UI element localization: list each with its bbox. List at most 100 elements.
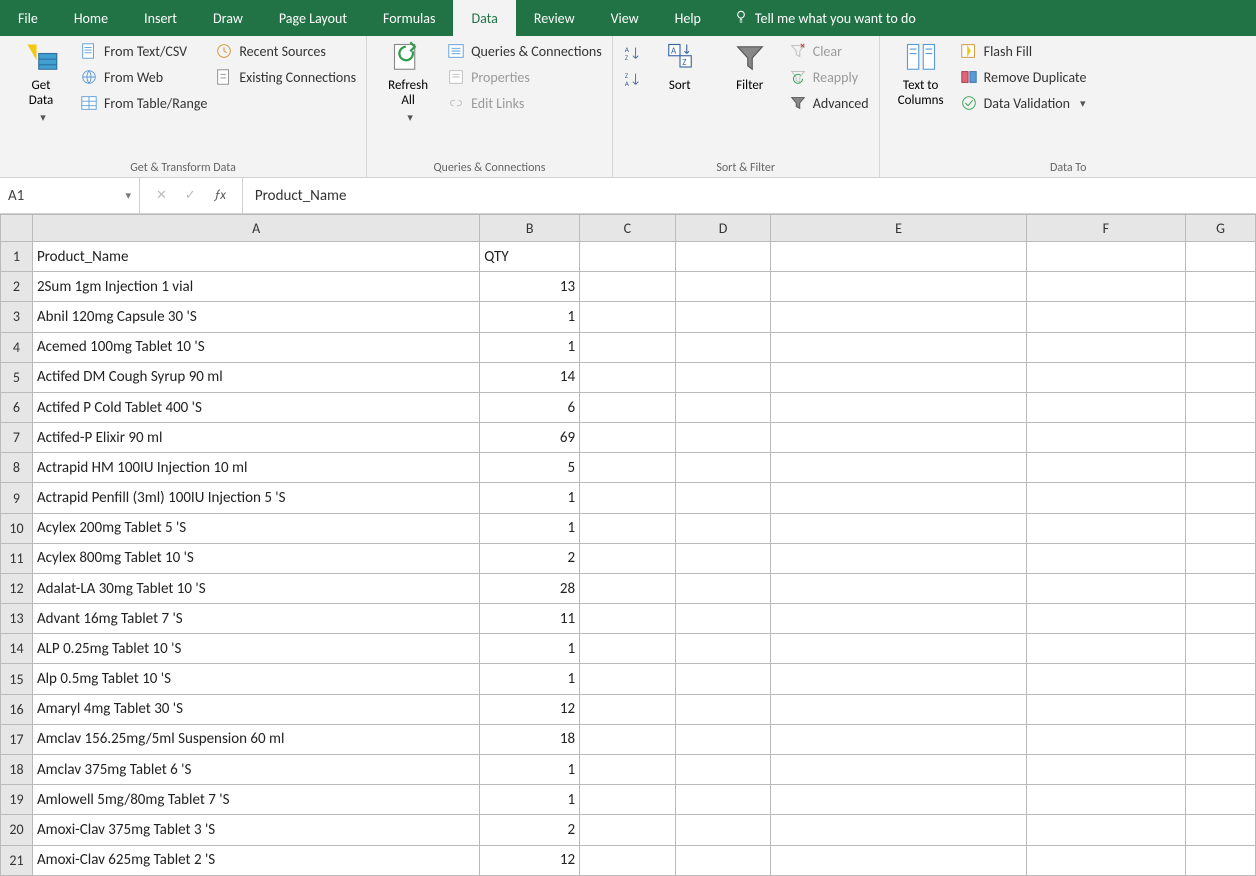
col-header-B[interactable]: B: [480, 215, 580, 242]
cell-E9[interactable]: [771, 483, 1026, 513]
cell-D10[interactable]: [675, 513, 771, 543]
refresh-all-button[interactable]: Refresh All: [377, 40, 439, 125]
cell-E20[interactable]: [771, 815, 1026, 845]
cell-A6[interactable]: Actifed P Cold Tablet 400 'S: [32, 392, 479, 422]
row-header-12[interactable]: 12: [1, 573, 33, 603]
cell-D5[interactable]: [675, 362, 771, 392]
cell-G14[interactable]: [1186, 634, 1256, 664]
cell-F21[interactable]: [1026, 845, 1185, 876]
cell-G3[interactable]: [1186, 302, 1256, 332]
row-header-5[interactable]: 5: [1, 362, 33, 392]
col-header-D[interactable]: D: [675, 215, 771, 242]
cell-F7[interactable]: [1026, 423, 1185, 453]
cell-E13[interactable]: [771, 604, 1026, 634]
tab-page-layout[interactable]: Page Layout: [261, 0, 365, 36]
cell-F12[interactable]: [1026, 573, 1185, 603]
from-text-csv-button[interactable]: From Text/CSV: [80, 42, 207, 60]
cell-E21[interactable]: [771, 845, 1026, 876]
cell-F15[interactable]: [1026, 664, 1185, 694]
cell-A13[interactable]: Advant 16mg Tablet 7 'S: [32, 604, 479, 634]
col-header-C[interactable]: C: [580, 215, 676, 242]
recent-sources-button[interactable]: Recent Sources: [215, 42, 356, 60]
cell-B15[interactable]: 1: [480, 664, 580, 694]
cell-F8[interactable]: [1026, 453, 1185, 483]
cell-F20[interactable]: [1026, 815, 1185, 845]
cell-F5[interactable]: [1026, 362, 1185, 392]
cell-D9[interactable]: [675, 483, 771, 513]
cell-B10[interactable]: 1: [480, 513, 580, 543]
cell-B21[interactable]: 12: [480, 845, 580, 876]
cell-F1[interactable]: [1026, 242, 1185, 272]
queries-connections-button[interactable]: Queries & Connections: [447, 42, 602, 60]
formula-input[interactable]: Product_Name: [242, 178, 1256, 213]
row-header-3[interactable]: 3: [1, 302, 33, 332]
cell-G19[interactable]: [1186, 785, 1256, 815]
text-to-columns-button[interactable]: Text to Columns: [890, 40, 952, 108]
cell-A7[interactable]: Actifed-P Elixir 90 ml: [32, 423, 479, 453]
cell-G13[interactable]: [1186, 604, 1256, 634]
cell-A14[interactable]: ALP 0.25mg Tablet 10 'S: [32, 634, 479, 664]
cell-D11[interactable]: [675, 543, 771, 573]
cell-G15[interactable]: [1186, 664, 1256, 694]
cell-B20[interactable]: 2: [480, 815, 580, 845]
cell-B5[interactable]: 14: [480, 362, 580, 392]
row-header-18[interactable]: 18: [1, 754, 33, 784]
cell-C17[interactable]: [580, 724, 676, 754]
cell-B16[interactable]: 12: [480, 694, 580, 724]
cell-E19[interactable]: [771, 785, 1026, 815]
cell-E10[interactable]: [771, 513, 1026, 543]
filter-button[interactable]: Filter: [719, 40, 781, 93]
cell-B1[interactable]: QTY: [480, 242, 580, 272]
existing-connections-button[interactable]: Existing Connections: [215, 68, 356, 86]
cell-B13[interactable]: 11: [480, 604, 580, 634]
cell-D14[interactable]: [675, 634, 771, 664]
col-header-A[interactable]: A: [32, 215, 479, 242]
tell-me-search[interactable]: Tell me what you want to do: [719, 0, 930, 36]
col-header-G[interactable]: G: [1186, 215, 1256, 242]
cell-A2[interactable]: 2Sum 1gm Injection 1 vial: [32, 272, 479, 302]
cell-C2[interactable]: [580, 272, 676, 302]
cell-A17[interactable]: Amclav 156.25mg/5ml Suspension 60 ml: [32, 724, 479, 754]
cell-E7[interactable]: [771, 423, 1026, 453]
cell-A15[interactable]: Alp 0.5mg Tablet 10 'S: [32, 664, 479, 694]
cell-E1[interactable]: [771, 242, 1026, 272]
cell-D3[interactable]: [675, 302, 771, 332]
cell-G5[interactable]: [1186, 362, 1256, 392]
row-header-16[interactable]: 16: [1, 694, 33, 724]
col-header-E[interactable]: E: [771, 215, 1026, 242]
cell-A5[interactable]: Actifed DM Cough Syrup 90 ml: [32, 362, 479, 392]
cell-F6[interactable]: [1026, 392, 1185, 422]
cell-F9[interactable]: [1026, 483, 1185, 513]
cell-D16[interactable]: [675, 694, 771, 724]
cancel-formula-icon[interactable]: ✕: [156, 188, 167, 203]
cell-G1[interactable]: [1186, 242, 1256, 272]
row-header-11[interactable]: 11: [1, 543, 33, 573]
tab-data[interactable]: Data: [453, 0, 515, 36]
cell-G18[interactable]: [1186, 754, 1256, 784]
tab-help[interactable]: Help: [657, 0, 719, 36]
tab-view[interactable]: View: [593, 0, 657, 36]
cell-F18[interactable]: [1026, 754, 1185, 784]
cell-B4[interactable]: 1: [480, 332, 580, 362]
cell-G7[interactable]: [1186, 423, 1256, 453]
cell-F4[interactable]: [1026, 332, 1185, 362]
cell-C12[interactable]: [580, 573, 676, 603]
cell-D12[interactable]: [675, 573, 771, 603]
tab-insert[interactable]: Insert: [126, 0, 195, 36]
cell-A1[interactable]: Product_Name: [32, 242, 479, 272]
row-header-19[interactable]: 19: [1, 785, 33, 815]
cell-G21[interactable]: [1186, 845, 1256, 876]
cell-E8[interactable]: [771, 453, 1026, 483]
cell-B17[interactable]: 18: [480, 724, 580, 754]
cell-A11[interactable]: Acylex 800mg Tablet 10 'S: [32, 543, 479, 573]
tab-file[interactable]: File: [0, 0, 56, 36]
cell-E14[interactable]: [771, 634, 1026, 664]
cell-E17[interactable]: [771, 724, 1026, 754]
sort-asc-button[interactable]: AZ: [623, 44, 641, 62]
cell-E11[interactable]: [771, 543, 1026, 573]
cell-E2[interactable]: [771, 272, 1026, 302]
cell-A3[interactable]: Abnil 120mg Capsule 30 'S: [32, 302, 479, 332]
cell-D18[interactable]: [675, 754, 771, 784]
cell-F2[interactable]: [1026, 272, 1185, 302]
sort-button[interactable]: AZ Sort: [649, 40, 711, 93]
